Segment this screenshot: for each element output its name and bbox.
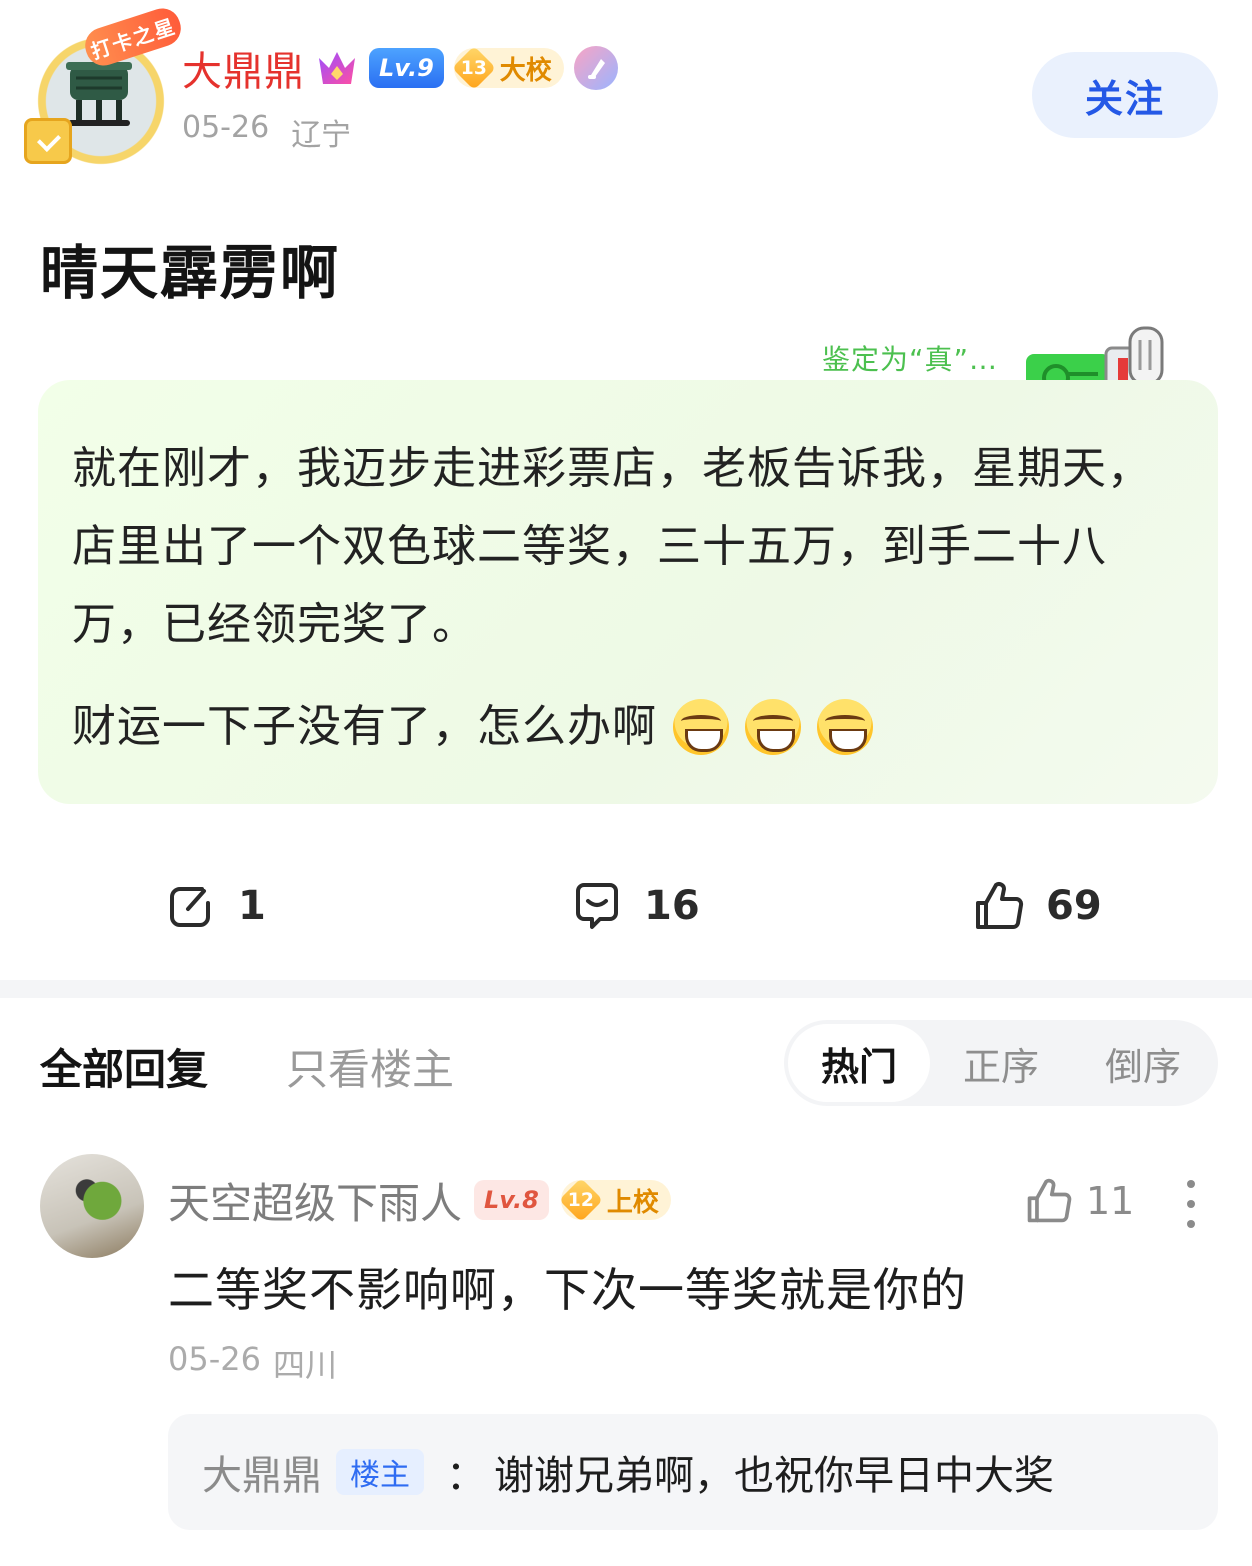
sub-reply-separator: ： (446, 1453, 486, 1499)
sub-reply[interactable]: 大鼎鼎 楼主 ： 谢谢兄弟啊，也祝你早日中大奖 (168, 1414, 1218, 1530)
rank-badge: 13 大校 (451, 45, 564, 91)
sub-reply-author[interactable]: 大鼎鼎 (202, 1443, 322, 1501)
share-count: 1 (238, 883, 266, 929)
author-avatar[interactable]: 打卡之星 (24, 3, 186, 170)
rank-title: 大校 (499, 55, 552, 86)
comment-date: 05-26 (168, 1340, 261, 1378)
like-action[interactable]: 69 (972, 876, 1102, 936)
share-action[interactable]: 1 (164, 876, 266, 936)
comment-icon (576, 883, 618, 929)
brush-glyph-icon (587, 59, 605, 79)
like-count: 69 (1046, 883, 1102, 929)
author-name-row: 大鼎鼎 Lv.9 13 大校 (182, 39, 618, 97)
post-date: 05-26 (182, 110, 270, 145)
sort-hot-button[interactable]: 热门 (788, 1024, 930, 1102)
checkin-calendar-icon (24, 118, 72, 164)
bronze-ding-image (66, 62, 132, 126)
commenter-level-badge: Lv.8 (474, 1180, 549, 1220)
sub-reply-text: 谢谢兄弟啊，也祝你早日中大奖 (494, 1453, 1054, 1499)
post-header: 打卡之星 大鼎鼎 Lv.9 13 大校 05-26 辽宁 关注 (0, 0, 1252, 180)
level-badge: Lv.9 (369, 48, 444, 88)
sort-descending-button[interactable]: 倒序 (1072, 1024, 1214, 1102)
post-paragraph-2-row: 财运一下子没有了，怎么办啊 (72, 688, 1184, 766)
post-meta: 05-26 辽宁 (182, 110, 351, 154)
comment-count: 16 (644, 883, 700, 929)
sort-ascending-button[interactable]: 正序 (930, 1024, 1072, 1102)
post-paragraph-2: 财运一下子没有了，怎么办啊 (72, 701, 657, 752)
op-tag: 楼主 (336, 1449, 424, 1495)
rank-number-icon: 12 (558, 1177, 603, 1223)
comment-like-button[interactable]: 11 (1024, 1176, 1134, 1226)
commenter-rank-title: 上校 (606, 1187, 659, 1218)
brush-icon (573, 46, 618, 90)
thumbs-up-icon (1027, 1178, 1072, 1223)
rank-number-icon: 13 (451, 45, 496, 91)
commenter-rank-badge: 12 上校 (558, 1177, 671, 1223)
section-divider (0, 980, 1252, 998)
follow-button[interactable]: 关注 (1032, 52, 1218, 138)
more-options-icon[interactable] (1182, 1180, 1200, 1228)
post-paragraph-1: 就在刚才，我迈步走进彩票店，老板告诉我，星期天，店里出了一个双色球二等奖，三十五… (72, 443, 1152, 650)
share-icon (170, 887, 210, 927)
author-name[interactable]: 大鼎鼎 (182, 39, 305, 97)
commenter-avatar[interactable] (40, 1154, 144, 1258)
verify-label: 鉴定为“真”… (822, 343, 999, 376)
crying-face-icon (673, 699, 729, 755)
comment-like-count: 11 (1086, 1179, 1135, 1223)
comment-action[interactable]: 16 (570, 876, 700, 936)
commenter-name-row: 天空超级下雨人 Lv.8 12 上校 (168, 1172, 671, 1228)
commenter-name[interactable]: 天空超级下雨人 (168, 1170, 462, 1231)
crying-face-icon (817, 699, 873, 755)
comment-location: 四川 (272, 1346, 337, 1384)
crying-face-icon (745, 699, 801, 755)
post-location: 辽宁 (291, 118, 352, 153)
comment-meta: 05-26 四川 (168, 1340, 337, 1386)
post-title: 晴天霹雳啊 (40, 239, 341, 307)
sort-toggle: 热门 正序 倒序 (784, 1020, 1218, 1106)
comment-text: 二等奖不影响啊，下次一等奖就是你的 (168, 1263, 967, 1317)
post-content-card: 就在刚才，我迈步走进彩票店，老板告诉我，星期天，店里出了一个双色球二等奖，三十五… (38, 380, 1218, 804)
thumbs-up-icon (976, 882, 1024, 929)
tab-op-only[interactable]: 只看楼主 (286, 1036, 454, 1097)
vip-crown-icon (319, 52, 355, 84)
tab-all-replies[interactable]: 全部回复 (40, 1036, 208, 1097)
